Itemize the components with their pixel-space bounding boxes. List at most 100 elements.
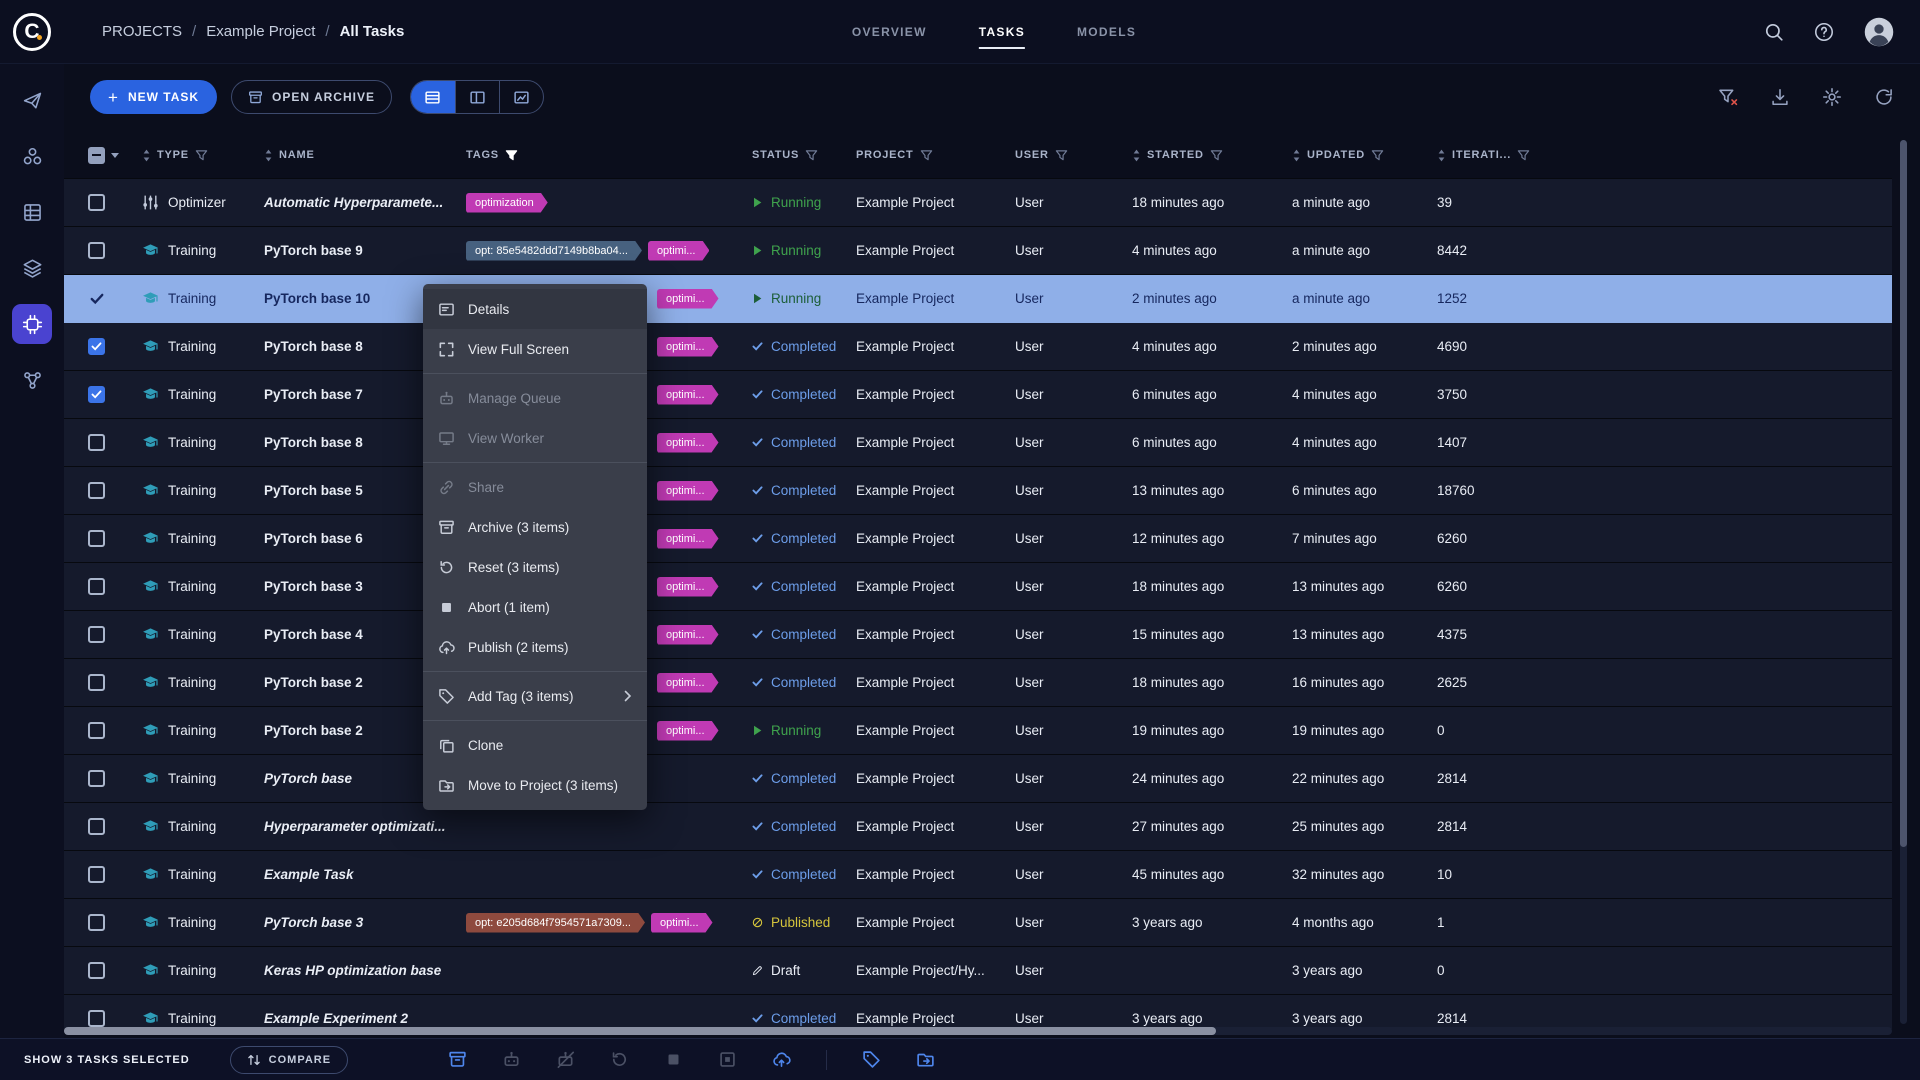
table-row[interactable]: TrainingPyTorch base 9opt: 85e5482ddd714…	[64, 227, 1892, 275]
open-archive-button[interactable]: OPEN ARCHIVE	[231, 80, 392, 114]
task-name[interactable]: PyTorch base 5	[264, 483, 363, 498]
vertical-scrollbar[interactable]	[1900, 140, 1907, 1024]
row-checkbox[interactable]	[88, 626, 105, 643]
task-name[interactable]: PyTorch base	[264, 771, 352, 786]
task-name[interactable]: PyTorch base 8	[264, 339, 363, 354]
select-menu-caret-icon[interactable]	[111, 153, 119, 158]
row-checkbox[interactable]	[88, 386, 105, 403]
menu-item-clone[interactable]: Clone	[423, 725, 647, 765]
filter-funnel-icon[interactable]	[920, 149, 933, 162]
table-row[interactable]: TrainingPyTorch base 3optimi...Completed…	[64, 563, 1892, 611]
tag-chip[interactable]: optimi...	[657, 289, 719, 309]
sidebar-item-d ashboard[interactable]	[12, 80, 52, 120]
move-to-project-button[interactable]	[916, 1050, 935, 1069]
compare-button[interactable]: COMPARE	[230, 1046, 348, 1074]
help-icon[interactable]	[1814, 22, 1834, 42]
row-checkbox[interactable]	[88, 1010, 105, 1027]
auto-refresh-icon[interactable]	[1874, 87, 1894, 107]
filter-funnel-icon[interactable]	[1517, 149, 1530, 162]
column-header-started[interactable]: STARTED	[1124, 149, 1284, 162]
tag-chip[interactable]: opt: 85e5482ddd7149b8ba04...	[466, 241, 642, 261]
row-checkbox[interactable]	[88, 914, 105, 931]
table-row[interactable]: TrainingPyTorch base 2optimi...RunningEx…	[64, 707, 1892, 755]
task-name[interactable]: PyTorch base 6	[264, 531, 363, 546]
table-row[interactable]: TrainingPyTorch base 8optimi...Completed…	[64, 419, 1892, 467]
table-row[interactable]: TrainingPyTorch base 2optimi...Completed…	[64, 659, 1892, 707]
select-all-checkbox[interactable]	[88, 147, 105, 164]
task-name[interactable]: PyTorch base 3	[264, 915, 363, 930]
filter-funnel-icon[interactable]	[1210, 149, 1223, 162]
task-name[interactable]: PyTorch base 9	[264, 243, 363, 258]
tag-chip[interactable]: optimization	[466, 193, 548, 213]
column-header-tags[interactable]: TAGS	[458, 149, 744, 162]
sidebar-item-projects[interactable]	[12, 136, 52, 176]
horizontal-scrollbar-thumb[interactable]	[64, 1027, 1216, 1035]
table-row[interactable]: TrainingKeras HP optimization baseDraftE…	[64, 947, 1892, 995]
task-name[interactable]: PyTorch base 2	[264, 675, 363, 690]
menu-item-archive[interactable]: Archive (3 items)	[423, 507, 647, 547]
task-name[interactable]: PyTorch base 4	[264, 627, 363, 642]
chart-view-button[interactable]	[499, 81, 543, 113]
table-row[interactable]: TrainingPyTorch base 5optimi...Completed…	[64, 467, 1892, 515]
breadcrumb-project[interactable]: Example Project	[206, 23, 315, 40]
tag-chip[interactable]: optimi...	[657, 433, 719, 453]
column-header-updated[interactable]: UPDATED	[1284, 149, 1429, 162]
row-checkbox[interactable]	[88, 194, 105, 211]
menu-item-publish[interactable]: Publish (2 items)	[423, 627, 647, 667]
task-name[interactable]: Automatic Hyperparamete...	[264, 195, 443, 210]
horizontal-scrollbar[interactable]	[64, 1027, 1892, 1035]
column-header-type[interactable]: TYPE	[134, 149, 256, 162]
table-row[interactable]: TrainingPyTorch base 7optimi...Completed…	[64, 371, 1892, 419]
filter-funnel-icon[interactable]	[805, 149, 818, 162]
settings-gear-icon[interactable]	[1822, 87, 1842, 107]
new-task-button[interactable]: + NEW TASK	[90, 80, 217, 114]
menu-item-abort[interactable]: Abort (1 item)	[423, 587, 647, 627]
row-checkbox[interactable]	[88, 434, 105, 451]
tag-chip[interactable]: optimi...	[657, 577, 719, 597]
task-name[interactable]: Hyperparameter optimizati...	[264, 819, 446, 834]
menu-item-move-to-project[interactable]: Move to Project (3 items)	[423, 765, 647, 805]
table-row[interactable]: TrainingPyTorch base 8optimi...Completed…	[64, 323, 1892, 371]
row-checkbox[interactable]	[88, 482, 105, 499]
sidebar-item-datasets[interactable]	[12, 192, 52, 232]
row-checkbox[interactable]	[88, 866, 105, 883]
clear-filters-icon[interactable]	[1718, 87, 1738, 107]
table-row[interactable]: OptimizerAutomatic Hyperparamete...optim…	[64, 179, 1892, 227]
tag-chip[interactable]: opt: e205d684f7954571a7309...	[466, 913, 645, 933]
column-header-status[interactable]: STATUS	[744, 149, 848, 162]
table-row[interactable]: TrainingPyTorch base 10optimi...RunningE…	[64, 275, 1892, 323]
sort-icon[interactable]	[1437, 149, 1446, 162]
table-row[interactable]: TrainingPyTorch base 4optimi...Completed…	[64, 611, 1892, 659]
row-checkbox[interactable]	[88, 290, 105, 307]
tab-models[interactable]: MODELS	[1077, 0, 1136, 64]
task-name[interactable]: PyTorch base 2	[264, 723, 363, 738]
table-view-button[interactable]	[411, 81, 455, 113]
row-checkbox[interactable]	[88, 530, 105, 547]
task-name[interactable]: Example Experiment 2	[264, 1011, 408, 1026]
column-header-name[interactable]: NAME	[256, 149, 458, 162]
tag-chip[interactable]: optimi...	[657, 385, 719, 405]
table-row[interactable]: TrainingExample TaskCompletedExample Pro…	[64, 851, 1892, 899]
row-checkbox[interactable]	[88, 578, 105, 595]
tag-chip[interactable]: optimi...	[657, 529, 719, 549]
user-avatar-icon[interactable]	[1864, 17, 1894, 47]
menu-item-add-tag[interactable]: Add Tag (3 items)	[423, 676, 647, 716]
tag-chip[interactable]: optimi...	[648, 241, 710, 261]
sidebar-item-tasks[interactable]	[12, 304, 52, 344]
sidebar-item-pipelines[interactable]	[12, 248, 52, 288]
tab-overview[interactable]: OVERVIEW	[852, 0, 927, 64]
task-name[interactable]: PyTorch base 3	[264, 579, 363, 594]
menu-item-reset[interactable]: Reset (3 items)	[423, 547, 647, 587]
row-checkbox[interactable]	[88, 674, 105, 691]
sidebar-item-workers-queues[interactable]	[12, 360, 52, 400]
show-selected-button[interactable]: SHOW 3 TASKS SELECTED	[24, 1054, 190, 1066]
archive-button[interactable]	[448, 1050, 467, 1069]
row-checkbox[interactable]	[88, 242, 105, 259]
task-name[interactable]: Keras HP optimization base	[264, 963, 441, 978]
card-view-button[interactable]	[455, 81, 499, 113]
table-row[interactable]: TrainingHyperparameter optimizati...Comp…	[64, 803, 1892, 851]
tag-chip[interactable]: optimi...	[657, 721, 719, 741]
table-row[interactable]: TrainingPyTorch base 3opt: e205d684f7954…	[64, 899, 1892, 947]
row-checkbox[interactable]	[88, 338, 105, 355]
table-row[interactable]: TrainingPyTorch base 6optimi...Completed…	[64, 515, 1892, 563]
